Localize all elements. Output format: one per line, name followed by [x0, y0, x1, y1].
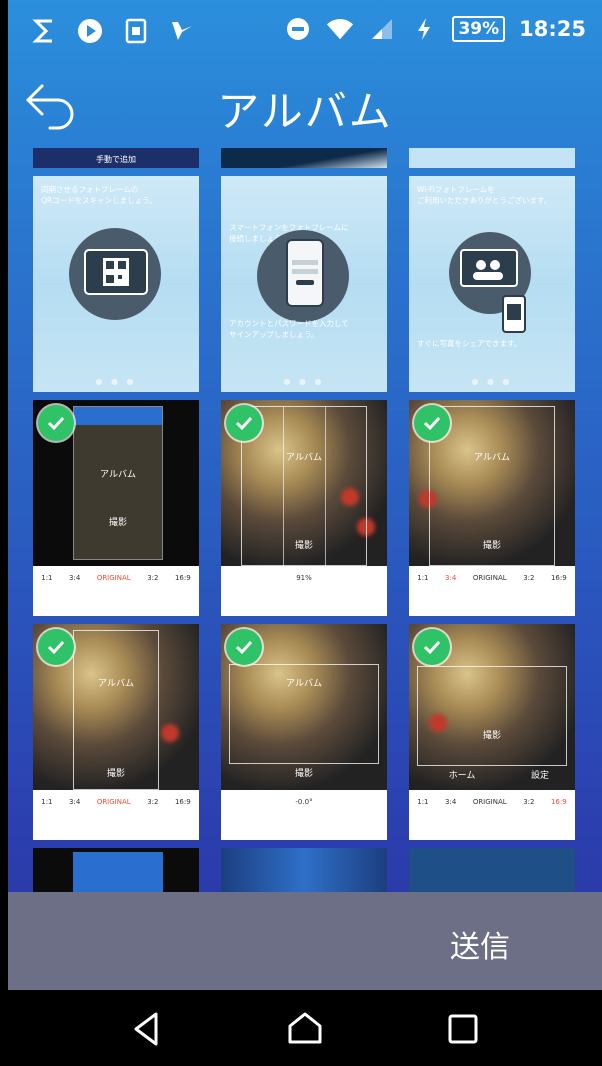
tile-subcaption: アカウントとパスワードを入力して サインアップしましょう。	[229, 319, 349, 339]
signal-icon	[368, 14, 396, 44]
photo-grid: 手動で追加 同期させるフォトフレームの QRコードをスキャンしましょう。 ● ●…	[8, 148, 602, 892]
tutorial-tile-connect[interactable]: スマートフォンをフォトフレームに 接続しましょう。 アカウントとパスワードを入力…	[221, 176, 387, 392]
selected-check-icon	[38, 405, 74, 441]
photo-tile[interactable]	[33, 848, 199, 892]
play-icon	[76, 16, 104, 46]
status-bar: 39% 18:25	[8, 0, 602, 64]
nav-home-button[interactable]	[284, 1008, 326, 1050]
tile-subcaption: すぐに写真をシェアできます。	[417, 339, 522, 348]
shoot-label: 撮影	[108, 518, 127, 528]
album-screen: 39% 18:25 アルバム 手動で追加 同期させるフォトフレームの QRコード…	[8, 0, 602, 1066]
photo-tile[interactable]	[409, 848, 575, 892]
zoom-percent: 91%	[296, 574, 312, 582]
shoot-label: 撮影	[294, 769, 313, 779]
home-icon	[288, 1012, 322, 1044]
photo-tile[interactable]	[221, 148, 387, 168]
s-app-icon	[30, 16, 58, 46]
nav-recents-button[interactable]	[442, 1008, 484, 1050]
album-label: アルバム	[286, 679, 322, 689]
photo-tile[interactable]: 撮影 ホーム 設定 1:1 3:4 ORIGINAL 3:2 16:9	[409, 624, 575, 840]
page-title: アルバム	[217, 87, 393, 136]
selected-check-icon	[414, 405, 450, 441]
shoot-label: 撮影	[482, 541, 501, 551]
battery-level: 39%	[452, 16, 506, 42]
photo-tile[interactable]	[409, 148, 575, 168]
album-label: アルバム	[100, 470, 136, 480]
photo-tile[interactable]: アルバム 撮影 1:1 3:4 ORIGINAL 3:2 16:9	[33, 624, 199, 840]
shoot-label: 撮影	[294, 541, 313, 551]
app-header: アルバム	[8, 64, 602, 148]
album-label: アルバム	[98, 679, 134, 689]
shoot-label: 撮影	[106, 769, 125, 779]
send-button[interactable]: 送信	[450, 922, 510, 966]
settings-label: 設定	[530, 771, 549, 781]
tutorial-tile-share[interactable]: Wi-Fiフォトフレームを ご利用いただきありがとうございます。 すぐに写真をシ…	[409, 176, 575, 392]
photo-tile[interactable]: アルバム 撮影 1:1 3:4 ORIGINAL 3:2 16:9	[33, 400, 199, 616]
photo-tile[interactable]: アルバム 撮影 91%	[221, 400, 387, 616]
album-label: アルバム	[286, 453, 322, 463]
check-app-icon	[168, 16, 196, 46]
album-label: アルバム	[474, 453, 510, 463]
selected-check-icon	[414, 629, 450, 665]
tile-caption: 手動で追加	[96, 155, 136, 164]
send-bar: 送信	[8, 892, 602, 990]
photo-tile[interactable]: アルバム 撮影 -0.0°	[221, 624, 387, 840]
selected-check-icon	[226, 405, 262, 441]
do-not-disturb-icon	[284, 14, 312, 44]
rotation-value: -0.0°	[295, 798, 313, 806]
charging-icon	[410, 14, 438, 44]
phone-icon	[286, 239, 324, 307]
selected-check-icon	[226, 629, 262, 665]
nav-back-button[interactable]	[126, 1008, 168, 1050]
phone-share-icon	[502, 295, 526, 333]
recents-icon	[448, 1014, 478, 1044]
photo-tile[interactable]: アルバム 撮影 1:1 3:4 ORIGINAL 3:2 16:9	[409, 400, 575, 616]
photo-tile[interactable]: 手動で追加	[33, 148, 199, 168]
clock: 18:25	[519, 17, 586, 41]
qr-tablet-icon	[84, 249, 148, 295]
photo-frame-icon	[460, 249, 518, 287]
system-nav-bar	[8, 990, 602, 1066]
back-triangle-icon	[134, 1012, 158, 1046]
sim-icon	[122, 16, 150, 46]
wifi-icon	[326, 14, 354, 44]
tile-caption: Wi-Fiフォトフレームを ご利用いただきありがとうございます。	[417, 185, 552, 205]
tile-caption: 同期させるフォトフレームの QRコードをスキャンしましょう。	[41, 185, 157, 205]
selected-check-icon	[38, 629, 74, 665]
tutorial-tile-qr[interactable]: 同期させるフォトフレームの QRコードをスキャンしましょう。 ● ● ●	[33, 176, 199, 392]
photo-tile[interactable]	[221, 848, 387, 892]
shoot-label: 撮影	[482, 731, 501, 741]
